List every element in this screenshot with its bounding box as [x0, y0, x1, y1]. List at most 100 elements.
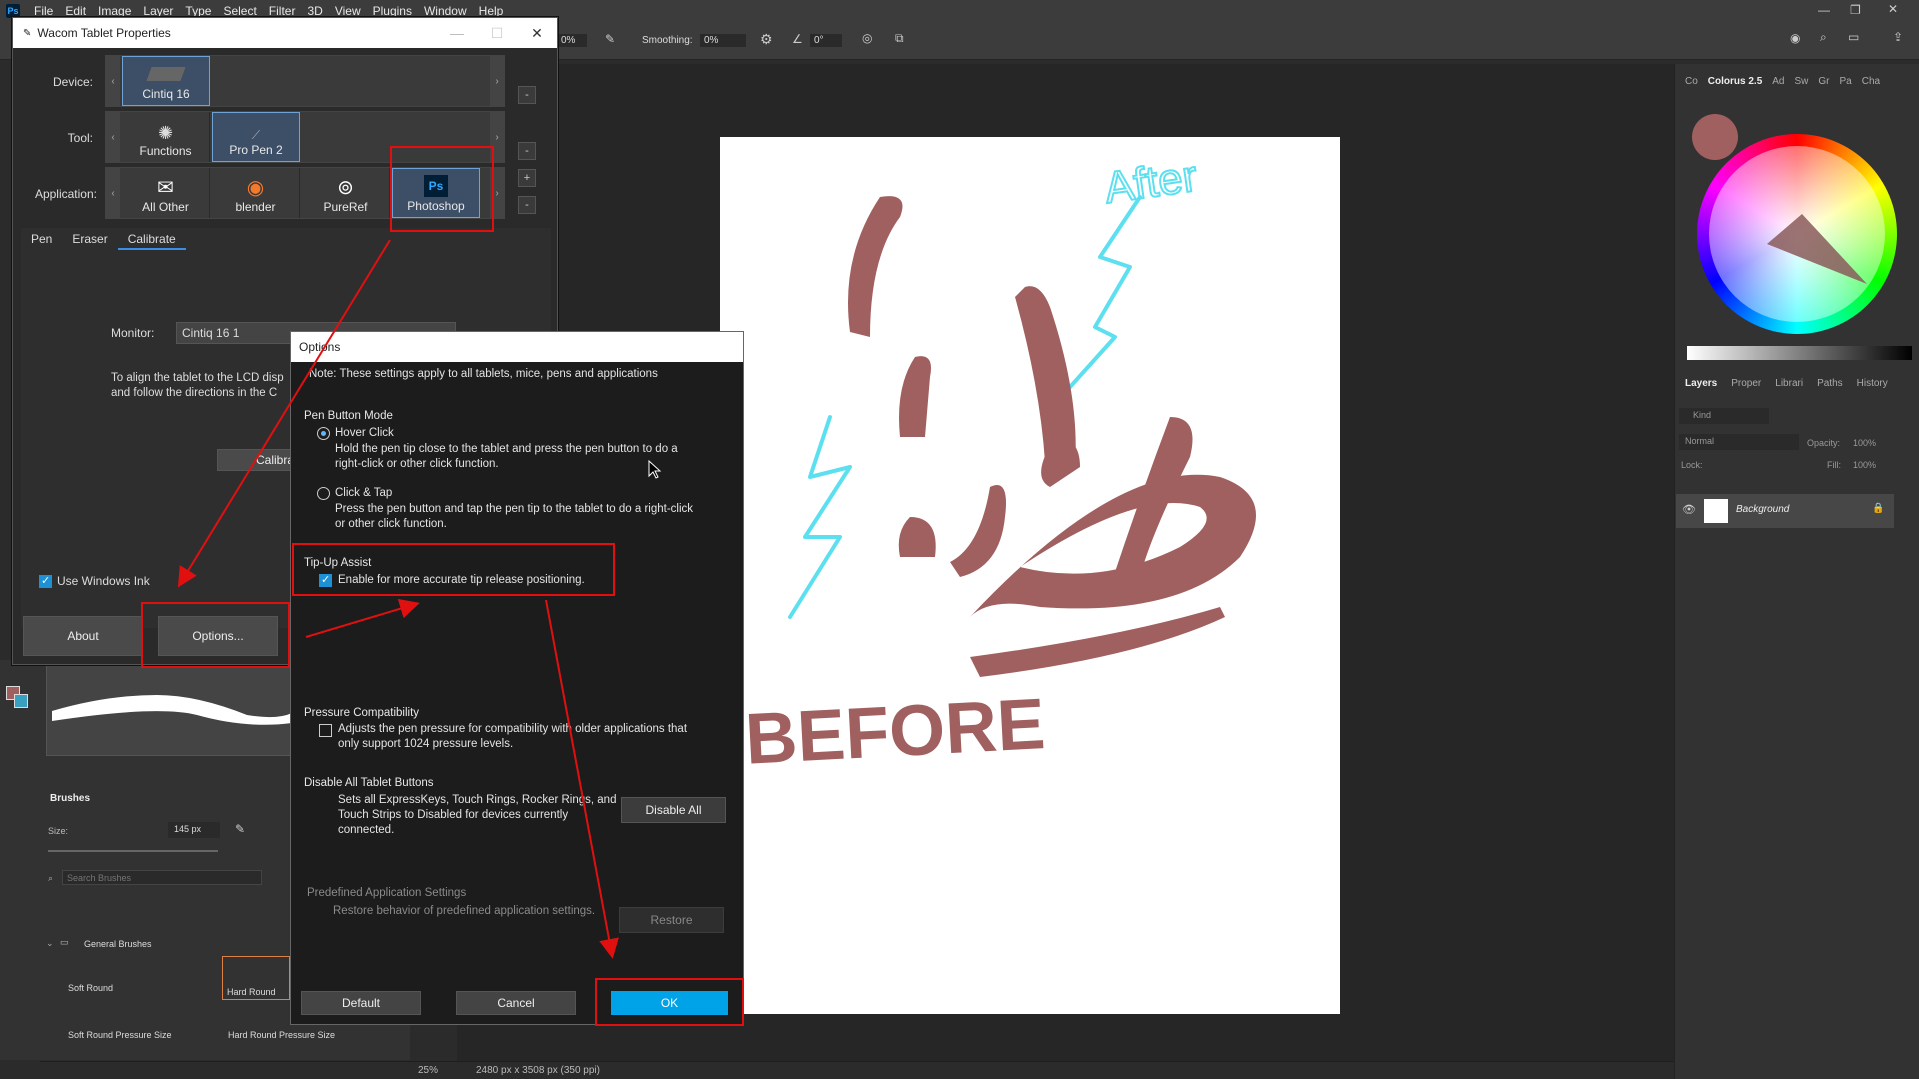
restore-icon[interactable]: ❐	[1850, 3, 1861, 17]
opacity-label: Opacity:	[1807, 438, 1841, 448]
brush-soft-round[interactable]: Soft Round	[68, 983, 113, 993]
menu-select[interactable]: Select	[217, 4, 262, 18]
brush-hard-round-tile[interactable]: Hard Round	[222, 956, 290, 1000]
opacity-value[interactable]: 100%	[1853, 438, 1876, 448]
tab-layers[interactable]: Layers	[1685, 378, 1717, 389]
workspace-icon[interactable]: ▭	[1848, 30, 1859, 44]
annotation-box-tip-up	[292, 543, 615, 596]
tab-pen[interactable]: Pen	[21, 228, 62, 250]
search-icon[interactable]: ⌕	[1820, 30, 1827, 45]
tab-ad[interactable]: Ad	[1772, 76, 1784, 87]
device-cintiq-16[interactable]: Cintiq 16	[122, 56, 210, 106]
app-remove-button[interactable]: -	[518, 196, 536, 214]
tab-pa[interactable]: Pa	[1840, 76, 1852, 87]
airbrush-icon[interactable]: ✎	[605, 32, 615, 46]
tab-libraries[interactable]: Librari	[1775, 378, 1803, 389]
search-brushes-input[interactable]	[62, 870, 262, 885]
hover-click-desc-2: right-click or other click function.	[335, 458, 499, 470]
kind-filter[interactable]: Kind	[1679, 408, 1769, 424]
calibrate-button[interactable]: Calibra	[217, 449, 297, 471]
gear-icon[interactable]: ⚙	[760, 31, 773, 48]
brush-folder-label[interactable]: General Brushes	[84, 939, 152, 949]
app-prev-button[interactable]: ‹	[106, 168, 120, 218]
tool-pro-pen-2[interactable]: ⟋ Pro Pen 2	[212, 112, 300, 162]
size-slider[interactable]	[48, 850, 218, 852]
app-pureref[interactable]: ⊚ PureRef	[302, 168, 390, 218]
color-triangle[interactable]	[1697, 134, 1897, 334]
symmetry-icon[interactable]: ⧉	[895, 31, 904, 46]
wacom-maximize-icon[interactable]: ☐	[477, 18, 517, 48]
angle-field[interactable]: 0°	[810, 34, 842, 47]
use-windows-ink-checkbox[interactable]	[39, 574, 52, 588]
cancel-button[interactable]: Cancel	[456, 991, 576, 1015]
tab-paths[interactable]: Paths	[1817, 378, 1843, 389]
tool-prev-button[interactable]: ‹	[106, 112, 120, 162]
device-remove-button[interactable]: -	[518, 86, 536, 104]
menu-file[interactable]: File	[28, 4, 59, 18]
app-blender[interactable]: ◉ blender	[212, 168, 300, 218]
tool-functions[interactable]: ✺ Functions	[122, 112, 210, 162]
tab-properties[interactable]: Proper	[1731, 378, 1761, 389]
tab-eraser[interactable]: Eraser	[62, 228, 117, 250]
device-next-button[interactable]: ›	[490, 56, 504, 106]
menu-view[interactable]: View	[329, 4, 367, 18]
blend-mode-select[interactable]: Normal	[1679, 434, 1799, 450]
app-add-button[interactable]: +	[518, 169, 536, 187]
tab-gr[interactable]: Gr	[1818, 76, 1829, 87]
menu-plugins[interactable]: Plugins	[367, 4, 418, 18]
tab-calibrate[interactable]: Calibrate	[117, 228, 186, 250]
default-button[interactable]: Default	[301, 991, 421, 1015]
menu-type[interactable]: Type	[179, 4, 217, 18]
hover-click-label: Hover Click	[335, 427, 394, 439]
wacom-minimize-icon[interactable]: —	[437, 18, 477, 48]
chevron-down-icon[interactable]: ⌄	[46, 938, 54, 949]
menu-layer[interactable]: Layer	[137, 4, 179, 18]
size-field[interactable]: 145 px	[168, 822, 220, 838]
eye-icon[interactable]: 👁	[1682, 503, 1696, 516]
restore-button[interactable]: Restore	[619, 907, 724, 933]
smoothing-field[interactable]: 0%	[700, 34, 746, 47]
color-wheel[interactable]	[1697, 134, 1897, 334]
menu-filter[interactable]: Filter	[263, 4, 302, 18]
pressure-opacity-icon[interactable]: ◎	[862, 31, 872, 45]
fill-value[interactable]: 100%	[1853, 460, 1876, 470]
device-prev-button[interactable]: ‹	[106, 56, 120, 106]
click-tap-radio[interactable]	[317, 487, 330, 500]
menu-edit[interactable]: Edit	[59, 4, 92, 18]
app-label-blender: blender	[235, 200, 276, 214]
menu-help[interactable]: Help	[473, 4, 510, 18]
tab-co[interactable]: Co	[1685, 76, 1698, 87]
tab-cha[interactable]: Cha	[1862, 76, 1880, 87]
new-brush-icon[interactable]: ✎	[235, 822, 245, 836]
search-icon: ⌕	[48, 873, 54, 883]
menu-3d[interactable]: 3D	[301, 4, 328, 18]
export-icon[interactable]: ⇪	[1893, 30, 1903, 44]
canvas[interactable]: After BEFORE	[720, 137, 1340, 1014]
hover-click-radio[interactable]	[317, 427, 330, 440]
minimize-icon[interactable]: —	[1818, 3, 1830, 17]
brush-hard-round-pressure[interactable]: Hard Round Pressure Size	[228, 1030, 335, 1040]
disable-all-button[interactable]: Disable All	[621, 797, 726, 823]
layer-row-background[interactable]: 👁 Background 🔒	[1676, 494, 1894, 528]
pressure-compat-desc-1: Adjusts the pen pressure for compatibili…	[338, 723, 688, 735]
tab-history[interactable]: History	[1857, 378, 1888, 389]
flow-field[interactable]: 0%	[557, 34, 587, 47]
share-icon[interactable]: ◉	[1790, 31, 1800, 45]
brush-soft-round-pressure[interactable]: Soft Round Pressure Size	[68, 1030, 172, 1040]
app-all-other[interactable]: ✉ All Other	[122, 168, 210, 218]
about-button[interactable]: About	[23, 616, 143, 656]
value-slider[interactable]	[1687, 346, 1912, 360]
tab-colorus[interactable]: Colorus 2.5	[1708, 76, 1762, 87]
tool-remove-button[interactable]: -	[518, 142, 536, 160]
menu-image[interactable]: Image	[92, 4, 137, 18]
tab-sw[interactable]: Sw	[1795, 76, 1809, 87]
background-color[interactable]	[14, 694, 28, 708]
size-label: Size:	[48, 826, 69, 836]
zoom-level[interactable]: 25%	[418, 1065, 438, 1076]
layer-name[interactable]: Background	[1736, 504, 1789, 515]
brushes-tab[interactable]: Brushes	[50, 793, 90, 804]
close-icon[interactable]: ✕	[1888, 2, 1898, 16]
pressure-compat-checkbox[interactable]	[319, 724, 332, 737]
wacom-close-icon[interactable]: ✕	[517, 18, 557, 48]
menu-window[interactable]: Window	[418, 4, 473, 18]
